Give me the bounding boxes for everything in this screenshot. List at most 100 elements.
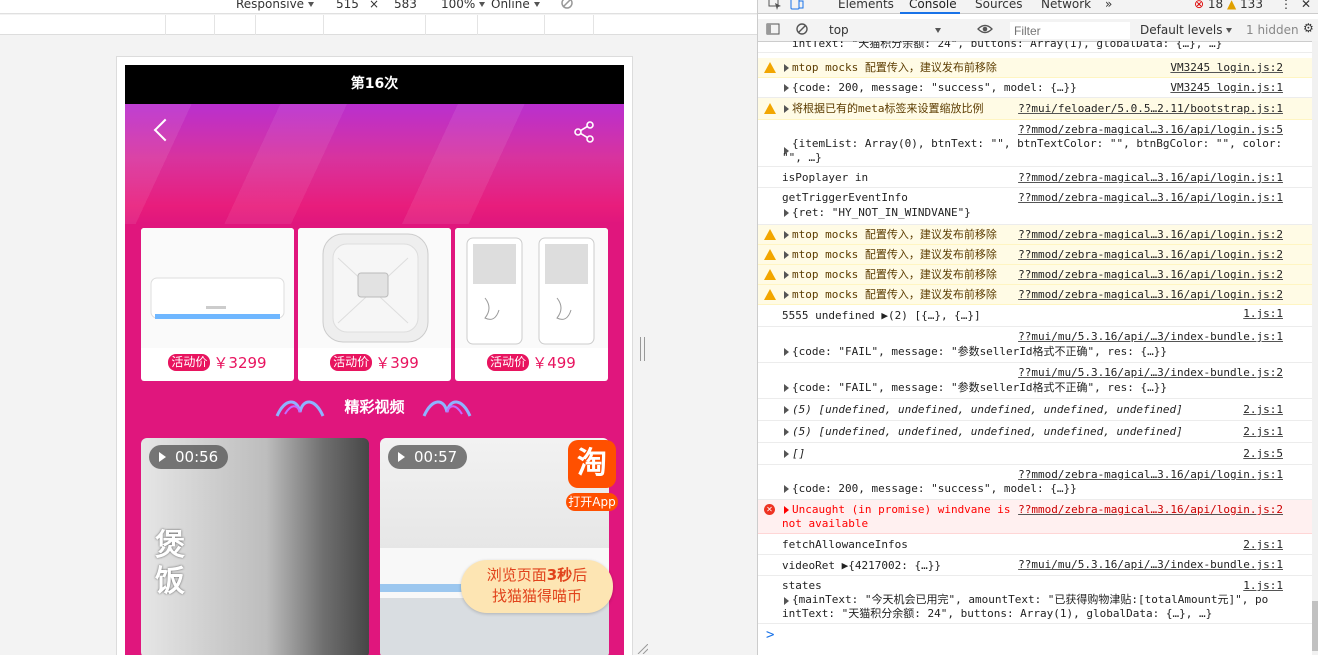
network-select[interactable]: Online — [491, 0, 540, 11]
height-input[interactable]: 583 — [394, 0, 417, 11]
console-row[interactable]: ??mui/mu/5.3.16/api/…3/index-bundle.js:2… — [758, 363, 1313, 399]
source-link[interactable]: ??mmod/zebra-magical…3.16/api/login.js:1 — [1018, 170, 1283, 186]
device-select[interactable]: Responsive — [236, 0, 315, 11]
console-prompt[interactable]: > — [766, 627, 774, 643]
expand-icon[interactable] — [784, 291, 789, 299]
device-toggle-icon[interactable] — [790, 0, 804, 13]
share-icon[interactable] — [572, 120, 596, 144]
console-row-warning[interactable]: mtop mocks 配置传入，建议发布前移除 ??mmod/zebra-magi… — [758, 265, 1313, 285]
source-link[interactable]: ??mui/mu/5.3.16/api/…3/index-bundle.js:1 — [1018, 329, 1283, 345]
coin-task-tip[interactable]: 浏览页面3秒后 找猫猫得喵币 — [461, 560, 613, 613]
filter-input[interactable] — [1010, 22, 1130, 39]
expand-icon[interactable] — [784, 209, 789, 217]
console-row[interactable]: ??mui/mu/5.3.16/api/…3/index-bundle.js:1… — [758, 327, 1313, 363]
open-taobao-app-button[interactable]: 淘 打开App — [566, 438, 618, 512]
console-row-warning[interactable]: mtop mocks 配置传入，建议发布前移除 ??mmod/zebra-magi… — [758, 285, 1313, 305]
source-link[interactable]: ??mui/mu/5.3.16/api/…3/index-bundle.js:1 — [1018, 557, 1283, 573]
console-row[interactable]: ??mmod/zebra-magical…3.16/api/login.js:5… — [758, 120, 1313, 167]
expand-icon[interactable] — [784, 271, 789, 279]
expand-icon[interactable] — [784, 450, 789, 458]
source-link[interactable]: ??mmod/zebra-magical…3.16/api/login.js:2 — [1018, 227, 1283, 243]
expand-icon[interactable] — [784, 231, 789, 239]
console-row[interactable]: {code: 200, message: "success", model: {… — [758, 78, 1313, 98]
section-title: 精彩视频 — [344, 398, 405, 416]
source-link[interactable]: VM3245 login.js:1 — [1170, 80, 1283, 96]
tip-line-2: 找猫猫得喵币 — [491, 587, 582, 605]
expand-icon[interactable] — [784, 597, 789, 605]
console-settings-icon[interactable]: ⚙ — [1303, 21, 1314, 35]
expand-icon[interactable] — [784, 84, 789, 92]
expand-icon[interactable] — [784, 105, 789, 113]
expand-icon[interactable] — [784, 406, 789, 414]
warning-icon — [764, 62, 776, 73]
tab-sources[interactable]: Sources — [975, 0, 1022, 11]
source-link[interactable]: ??mmod/zebra-magical…3.16/api/login.js:2 — [1018, 267, 1283, 283]
console-row[interactable]: getTriggerEventInfo ??mmod/zebra-magical…… — [758, 188, 1313, 225]
product-price: ￥3299 — [213, 354, 267, 372]
expand-icon[interactable] — [784, 485, 789, 493]
console-row[interactable]: ??mmod/zebra-magical…3.16/api/login.js:1… — [758, 465, 1313, 500]
console-row[interactable]: 5555 undefined ▶(2) [{…}, {…}] 1.js:1 — [758, 305, 1313, 327]
source-link[interactable]: ??mmod/zebra-magical…3.16/api/login.js:2 — [1018, 247, 1283, 263]
source-link[interactable]: ??mmod/zebra-magical…3.16/api/login.js:2 — [1018, 502, 1283, 518]
source-link[interactable]: ??mui/feloader/5.0.5…2.11/bootstrap.js:1 — [1018, 101, 1283, 117]
error-count[interactable]: ⊗ 18 — [1194, 0, 1223, 11]
console-row[interactable]: isPoplayer in ??mmod/zebra-magical…3.16/a… — [758, 167, 1313, 188]
source-link[interactable]: 1.js:1 — [1243, 306, 1283, 322]
back-arrow-icon[interactable] — [153, 118, 177, 142]
console-row[interactable]: states 1.js:1 {mainText: "今天机会已用完", amoun… — [758, 576, 1313, 624]
source-link[interactable]: 2.js:1 — [1243, 537, 1283, 553]
inspect-icon[interactable] — [768, 0, 782, 13]
tab-network[interactable]: Network — [1041, 0, 1091, 11]
air-conditioner-image — [141, 228, 294, 348]
console-row[interactable]: (5) [undefined, undefined, undefined, un… — [758, 421, 1313, 443]
source-link[interactable]: 2.js:1 — [1243, 424, 1283, 440]
expand-icon[interactable] — [784, 348, 789, 356]
sidebar-toggle-icon[interactable] — [766, 22, 780, 39]
width-input[interactable]: 515 — [336, 0, 359, 11]
product-card-air-cooler[interactable]: 活动价 ￥499 — [455, 228, 608, 381]
source-link[interactable]: VM3245 login.js:2 — [1170, 60, 1283, 76]
price-row: 活动价 ￥499 — [455, 352, 608, 376]
expand-icon[interactable] — [784, 506, 789, 514]
console-row[interactable]: [] 2.js:5 — [758, 443, 1313, 465]
console-row[interactable]: (5) [undefined, undefined, undefined, un… — [758, 399, 1313, 421]
console-row-error[interactable]: ✕ Uncaught (in promise) windvane is ??mmo… — [758, 500, 1313, 534]
expand-icon[interactable] — [784, 428, 789, 436]
more-tabs-button[interactable]: » — [1105, 0, 1112, 11]
console-row[interactable]: fetchAllowanceInfos 2.js:1 — [758, 534, 1313, 555]
video-card-1[interactable]: 00:56 煲饭 — [141, 438, 369, 655]
log-levels-select[interactable]: Default levels — [1140, 23, 1233, 37]
resize-corner-icon[interactable] — [636, 644, 648, 654]
warning-count[interactable]: ▲ 133 — [1227, 0, 1263, 11]
tip-line-1: 浏览页面3秒后 — [486, 566, 588, 584]
source-link[interactable]: ??mmod/zebra-magical…3.16/api/login.js:1 — [1018, 190, 1283, 206]
console-row[interactable]: videoRet ▶{4217002: {…}} ??mui/mu/5.3.16/… — [758, 555, 1313, 576]
close-icon[interactable]: ✕ — [1301, 0, 1311, 11]
expand-icon[interactable] — [784, 251, 789, 259]
zoom-select[interactable]: 100% — [441, 0, 486, 11]
scrollbar-thumb[interactable] — [1312, 601, 1318, 651]
console-row-warning[interactable]: 将根据已有的meta标签来设置缩放比例 ??mui/feloader/5.0.5…… — [758, 98, 1313, 120]
console-scrollbar[interactable] — [1312, 41, 1318, 655]
live-expression-eye-icon[interactable] — [977, 22, 993, 39]
source-link[interactable]: ??mmod/zebra-magical…3.16/api/login.js:2 — [1018, 287, 1283, 303]
tab-elements[interactable]: Elements — [838, 0, 894, 11]
air-cooler-image — [455, 228, 608, 348]
menu-icon[interactable]: ⋮ — [1280, 0, 1292, 11]
rotate-icon[interactable] — [560, 0, 574, 13]
resize-handle-right[interactable] — [640, 337, 645, 361]
clear-console-icon[interactable] — [795, 22, 809, 39]
console-row-warning[interactable]: mtop mocks 配置传入，建议发布前移除 VM3245 login.js:2 — [758, 58, 1313, 78]
source-link[interactable]: 2.js:5 — [1243, 446, 1283, 462]
console-row-warning[interactable]: mtop mocks 配置传入，建议发布前移除 ??mmod/zebra-magi… — [758, 225, 1313, 245]
source-link[interactable]: ??mui/mu/5.3.16/api/…3/index-bundle.js:2 — [1018, 365, 1283, 381]
source-link[interactable]: 2.js:1 — [1243, 402, 1283, 418]
context-select[interactable]: top — [829, 23, 941, 37]
expand-icon[interactable] — [784, 64, 789, 72]
tab-console[interactable]: Console — [909, 0, 957, 11]
product-card-fan[interactable]: 活动价 ￥399 — [298, 228, 451, 381]
product-card-air-conditioner[interactable]: 活动价 ￥3299 — [141, 228, 294, 381]
console-row-warning[interactable]: mtop mocks 配置传入，建议发布前移除 ??mmod/zebra-magi… — [758, 245, 1313, 265]
expand-icon[interactable] — [784, 384, 789, 392]
